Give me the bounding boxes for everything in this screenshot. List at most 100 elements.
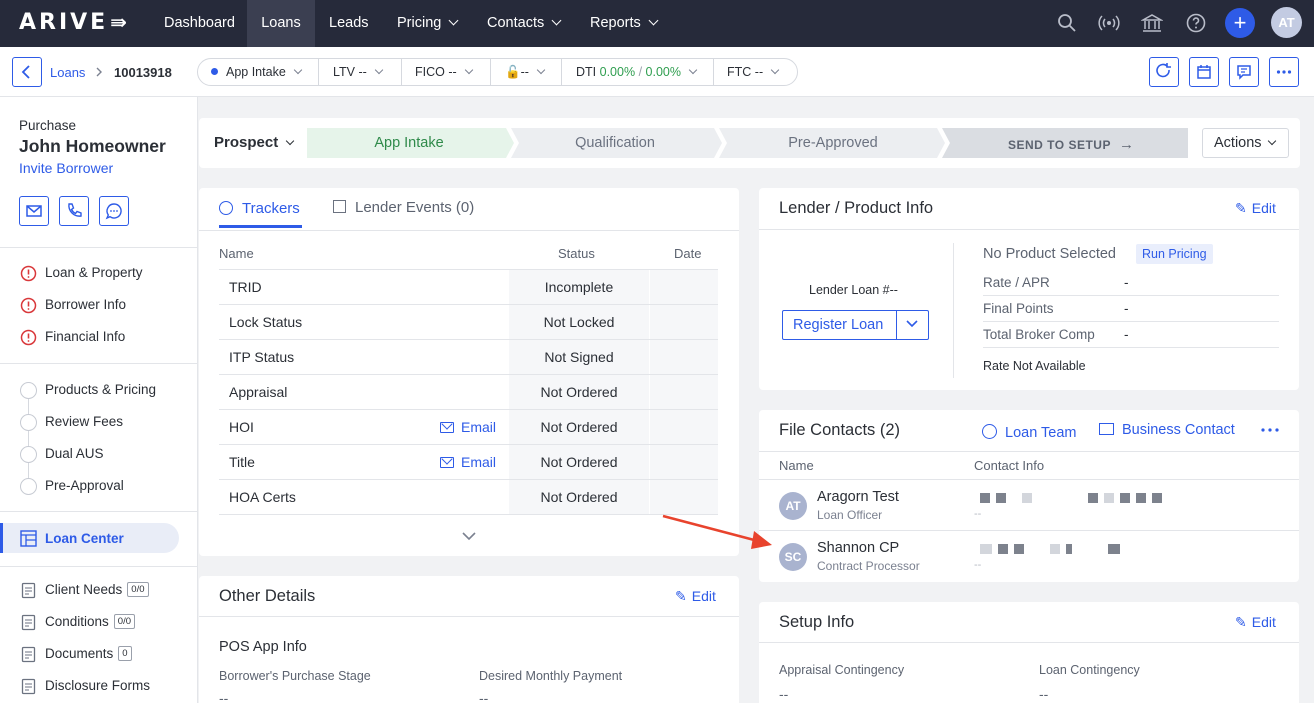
invite-borrower-link[interactable]: Invite Borrower: [19, 160, 113, 176]
sidebar-item[interactable]: Client Needs 0/0: [45, 582, 149, 599]
more-horizontal-icon[interactable]: [1260, 425, 1280, 435]
other-details-edit[interactable]: ✎ Edit: [675, 588, 716, 605]
nav-pricing[interactable]: Pricing: [383, 0, 471, 47]
divider: [983, 347, 1279, 348]
top-nav: ARIVE ⇛ Dashboard Loans Leads Pricing Con…: [0, 0, 1314, 47]
chevron-down-icon: [374, 65, 384, 75]
user-list-icon: [21, 582, 36, 599]
nav-contacts[interactable]: Contacts: [473, 0, 574, 47]
chevron-down-icon[interactable]: [461, 531, 477, 541]
nav-reports[interactable]: Reports: [576, 0, 671, 47]
chat-borrower-button[interactable]: [99, 196, 129, 226]
contact-name[interactable]: Shannon CP: [817, 540, 899, 556]
sidebar-item[interactable]: Financial Info: [45, 329, 125, 344]
contact-name[interactable]: Aragorn Test: [817, 489, 899, 505]
purchase-stage-label: Borrower's Purchase Stage: [219, 669, 371, 683]
sidebar-item[interactable]: Review Fees: [45, 414, 123, 429]
back-button[interactable]: [12, 57, 42, 87]
phone-icon: [68, 203, 82, 217]
date-cell: [649, 270, 718, 304]
nav-loans[interactable]: Loans: [247, 0, 315, 47]
sidebar-item[interactable]: Pre-Approval: [45, 478, 124, 493]
broadcast-icon[interactable]: [1098, 12, 1120, 34]
prospect-label: Prospect: [214, 134, 279, 151]
sidebar-item[interactable]: Products & Pricing: [45, 382, 156, 397]
breadcrumb-loans[interactable]: Loans: [50, 65, 85, 80]
sidebar-item[interactable]: Disclosure Forms: [45, 678, 150, 693]
run-pricing-button[interactable]: Run Pricing: [1136, 244, 1213, 264]
business-contact-button[interactable]: Business Contact: [1099, 422, 1235, 438]
sidebar-item[interactable]: Conditions 0/0: [45, 614, 136, 631]
contact-sub: --: [974, 508, 982, 520]
arive-logo[interactable]: ARIVE ⇛: [19, 10, 130, 35]
contact-card-icon: [1099, 423, 1114, 435]
chevron-down-icon: [448, 15, 459, 26]
setup-info-edit[interactable]: ✎ Edit: [1235, 614, 1276, 631]
refresh-button[interactable]: [1149, 57, 1179, 87]
prospect-dropdown[interactable]: Prospect: [214, 134, 295, 151]
search-icon[interactable]: [1056, 12, 1078, 34]
sidebar-item[interactable]: Documents 0: [45, 646, 132, 663]
alert-circle-icon: [21, 614, 36, 631]
chevron-down-icon: [551, 15, 562, 26]
stage-qualification[interactable]: Qualification: [515, 128, 715, 158]
loan-team-button[interactable]: Loan Team: [982, 422, 1076, 441]
mail-icon: [440, 422, 454, 433]
sidebar-item[interactable]: Borrower Info: [45, 297, 126, 312]
lender-edit[interactable]: ✎ Edit: [1235, 200, 1276, 217]
warning-icon: [20, 329, 37, 346]
more-button[interactable]: [1269, 57, 1299, 87]
date-cell: [649, 375, 718, 409]
tracker-name: TRID: [229, 279, 262, 295]
messages-button[interactable]: [1229, 57, 1259, 87]
contact-role: Loan Officer: [817, 508, 883, 522]
fico-value: --: [448, 65, 457, 79]
ltv-dropdown[interactable]: LTV --: [333, 58, 384, 86]
email-link[interactable]: Email: [440, 410, 496, 444]
sidebar-item-label: Client Needs: [45, 582, 123, 597]
email-borrower-button[interactable]: [19, 196, 49, 226]
register-loan-button[interactable]: Register Loan: [793, 317, 883, 333]
nav-leads[interactable]: Leads: [315, 0, 383, 47]
nav-dashboard[interactable]: Dashboard: [150, 0, 249, 47]
call-borrower-button[interactable]: [59, 196, 89, 226]
tracker-name: ITP Status: [229, 349, 295, 365]
dti-dropdown[interactable]: DTI 0.00% / 0.00%: [576, 58, 698, 86]
email-link[interactable]: Email: [440, 445, 496, 479]
tracker-status: Not Locked: [543, 314, 615, 330]
ltv-value: --: [358, 65, 367, 79]
sidebar-item[interactable]: Loan & Property: [45, 265, 143, 280]
fico-dropdown[interactable]: FICO --: [415, 58, 473, 86]
lender-field-value: -: [1124, 275, 1129, 290]
step-circle-icon: [20, 414, 37, 431]
divider: [896, 310, 897, 340]
stage-dropdown[interactable]: App Intake: [211, 58, 303, 86]
stage-app-intake[interactable]: App Intake: [307, 128, 511, 158]
divider: [713, 58, 714, 86]
plus-icon[interactable]: +: [1225, 8, 1255, 38]
ltv-label: LTV: [333, 65, 355, 79]
chevron-down-icon[interactable]: [904, 319, 920, 329]
calendar-button[interactable]: [1189, 57, 1219, 87]
lender-title: Lender / Product Info: [779, 199, 934, 217]
fico-label: FICO: [415, 65, 445, 79]
step-circle-icon: [20, 382, 37, 399]
warning-icon: [20, 265, 37, 282]
sidebar-item[interactable]: Dual AUS: [45, 446, 104, 461]
tab-trackers[interactable]: Trackers: [219, 199, 300, 217]
send-to-setup-button[interactable]: SEND TO SETUP →: [1008, 136, 1134, 153]
lock-dropdown[interactable]: 🔓--: [505, 58, 546, 86]
divider: [199, 230, 739, 231]
no-product-text: No Product Selected: [983, 246, 1116, 262]
bank-icon[interactable]: [1141, 12, 1163, 34]
stage-pre-approved[interactable]: Pre-Approved: [723, 128, 943, 158]
tracker-name: HOA Certs: [229, 489, 296, 505]
tab-lender-events[interactable]: Lender Events (0): [333, 199, 474, 216]
help-icon[interactable]: [1185, 12, 1207, 34]
divider: [759, 479, 1299, 480]
count-badge: 0/0: [113, 614, 136, 629]
ftc-dropdown[interactable]: FTC --: [727, 58, 780, 86]
actions-dropdown[interactable]: Actions: [1202, 128, 1289, 158]
divider: [318, 58, 319, 86]
user-avatar[interactable]: AT: [1271, 7, 1302, 38]
